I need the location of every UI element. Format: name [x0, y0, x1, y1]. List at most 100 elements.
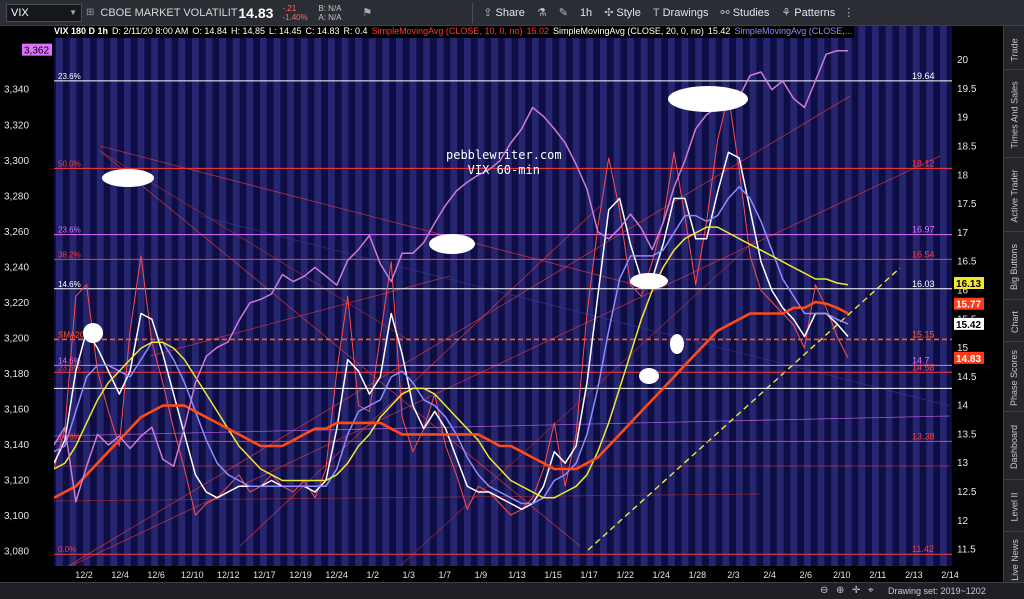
x-axis-tick: 12/12: [217, 570, 240, 580]
watermark-line-2: VIX 60-min: [467, 163, 540, 177]
price-tag: 16.13: [956, 279, 981, 290]
zoom-out-icon[interactable]: ⊖: [820, 585, 828, 596]
right-axis-tick: 18.5: [957, 142, 977, 153]
left-axis-tick: 3,160: [4, 404, 29, 415]
session-stripe: [613, 26, 621, 566]
session-stripe: [926, 26, 934, 566]
more-icon[interactable]: ⋮: [843, 6, 854, 19]
highlight-oval: [429, 234, 475, 254]
session-stripe: [192, 26, 199, 566]
style-button[interactable]: ✣ Style: [598, 0, 647, 26]
x-axis-tick: 1/2: [366, 570, 379, 580]
watermark-line-1: pebblewriter.com: [446, 148, 562, 162]
sidebar-tab-level-ii[interactable]: Level II: [1004, 482, 1024, 532]
x-axis-tick: 12/10: [181, 570, 204, 580]
sidebar-tab-dashboard[interactable]: Dashboard: [1004, 414, 1024, 480]
session-stripe: [219, 26, 226, 566]
highlight-oval: [630, 273, 668, 289]
session-stripe: [83, 26, 90, 566]
legend-sma10: SimpleMovingAvg (CLOSE, 10, 0, no): [371, 26, 523, 36]
session-stripe: [436, 26, 444, 566]
sidebar-tab-big-buttons[interactable]: Big Buttons: [1004, 234, 1024, 300]
patterns-label: Patterns: [794, 6, 836, 19]
right-axis-tick: 13: [957, 458, 969, 469]
sidebar-tab-active-trader[interactable]: Active Trader: [1004, 160, 1024, 232]
sidebar-tab-trade[interactable]: Trade: [1004, 30, 1024, 70]
symbol-input[interactable]: VIX ▼: [6, 3, 82, 22]
legend-low: L: 14.45: [268, 26, 302, 36]
x-axis-tick: 2/11: [869, 570, 886, 580]
session-stripe: [96, 26, 104, 566]
fib-level-value: 11.42: [912, 544, 934, 554]
pin-icon: ✎: [558, 7, 568, 19]
right-axis-tick: 14: [957, 401, 969, 412]
watchlist-link-icon[interactable]: ⊞: [86, 7, 94, 18]
sidebar-tab-live-news[interactable]: Live News: [1004, 534, 1024, 586]
chart-canvas[interactable]: 23.6% 19.64 50.0% 18.12 23.6% 16.97 38.2% 16.54…: [0, 26, 1003, 582]
fit-icon[interactable]: ⌖: [868, 585, 874, 596]
sidebar-tab-label: Times And Sales: [1009, 80, 1020, 149]
left-axis-tick: 3,320: [4, 120, 29, 131]
sidebar-tab-phase-scores[interactable]: Phase Scores: [1004, 344, 1024, 412]
right-axis-tick: 14.5: [957, 372, 977, 383]
right-axis-tick: 12: [957, 516, 969, 527]
crosshair-icon[interactable]: ✛: [852, 585, 860, 596]
bid-ask: B: N/A A: N/A: [318, 4, 362, 22]
sidebar-tab-label: Chart: [1009, 310, 1020, 333]
x-axis-tick: 1/28: [689, 570, 707, 580]
status-bar: ⊖ ⊕ ✛ ⌖ Drawing set: 2019~1202: [0, 582, 1024, 599]
drawing-set-label[interactable]: Drawing set: 2019~1202: [888, 586, 986, 596]
studies-button[interactable]: ⚯ Studies: [714, 0, 775, 26]
interval-button[interactable]: 1h: [574, 0, 598, 26]
price-chart[interactable]: 23.6% 19.64 50.0% 18.12 23.6% 16.97 38.2% 16.54…: [0, 26, 1003, 582]
patterns-icon: ⚘: [781, 7, 792, 19]
fib-level-pct: 14.6%: [58, 280, 81, 289]
right-sidebar: Trade Times And Sales Active Trader Big But…: [1003, 26, 1024, 586]
symbol-description: CBOE MARKET VOLATILITY INDEX: [100, 6, 238, 19]
left-axis-tick: 3,140: [4, 440, 29, 451]
x-axis-tick: 2/10: [833, 570, 851, 580]
sidebar-tab-chart[interactable]: Chart: [1004, 302, 1024, 342]
legend-open: O: 14.84: [192, 26, 227, 36]
x-axis-tick: 12/17: [253, 570, 276, 580]
right-axis-tick: 11.5: [957, 545, 976, 556]
session-stripe: [572, 26, 580, 566]
fib-level-value: 16.97: [912, 225, 935, 235]
last-price: 14.83: [238, 4, 274, 21]
alert-icon[interactable]: ⚑: [362, 6, 372, 19]
x-axis-tick: 2/14: [941, 570, 959, 580]
session-stripe: [396, 26, 403, 566]
session-stripe: [423, 26, 430, 566]
x-axis-tick: 1/22: [617, 570, 635, 580]
session-stripe: [600, 26, 607, 566]
legend-high: H: 14.85: [230, 26, 265, 36]
drawings-button[interactable]: T Drawings: [647, 0, 715, 26]
left-axis-tick: 3,260: [4, 227, 29, 238]
legend-date: D: 2/11/20 8:00 AM: [112, 26, 189, 36]
legend-close: C: 14.83: [305, 26, 340, 36]
toolbar-divider: [472, 2, 474, 23]
chart-watermark: pebblewriter.com VIX 60-min: [446, 148, 562, 178]
pin-button[interactable]: ✎: [553, 0, 574, 26]
session-stripe: [164, 26, 172, 566]
symbol-value: VIX: [11, 6, 29, 19]
x-axis-tick: 1/17: [580, 570, 598, 580]
zoom-in-icon[interactable]: ⊕: [836, 585, 844, 596]
chevron-down-icon[interactable]: ▼: [69, 8, 77, 17]
left-axis-tick: 3,240: [4, 262, 29, 273]
fib-level-pct: 38.2%: [58, 250, 81, 259]
session-stripe: [124, 26, 131, 566]
sidebar-tab-times-and-sales[interactable]: Times And Sales: [1004, 72, 1024, 158]
sidebar-tab-label: Trade: [1009, 37, 1020, 62]
patterns-button[interactable]: ⚘ Patterns: [775, 0, 841, 26]
session-stripe: [668, 26, 675, 566]
flask-button[interactable]: ⚗: [531, 0, 553, 26]
fib-level-value: 18.12: [912, 158, 935, 168]
share-button[interactable]: ⇪ Share: [477, 0, 531, 26]
legend-sma-more: SimpleMovingAvg (CLOSE,...: [734, 26, 853, 36]
trendline: [53, 415, 951, 437]
fib-levels: 23.6% 19.64 50.0% 18.12 23.6% 16.97 38.2% 16.54…: [54, 71, 952, 555]
session-stripe: [749, 26, 757, 566]
session-stripe: [885, 26, 893, 566]
x-axis-tick: 12/2: [75, 570, 93, 580]
